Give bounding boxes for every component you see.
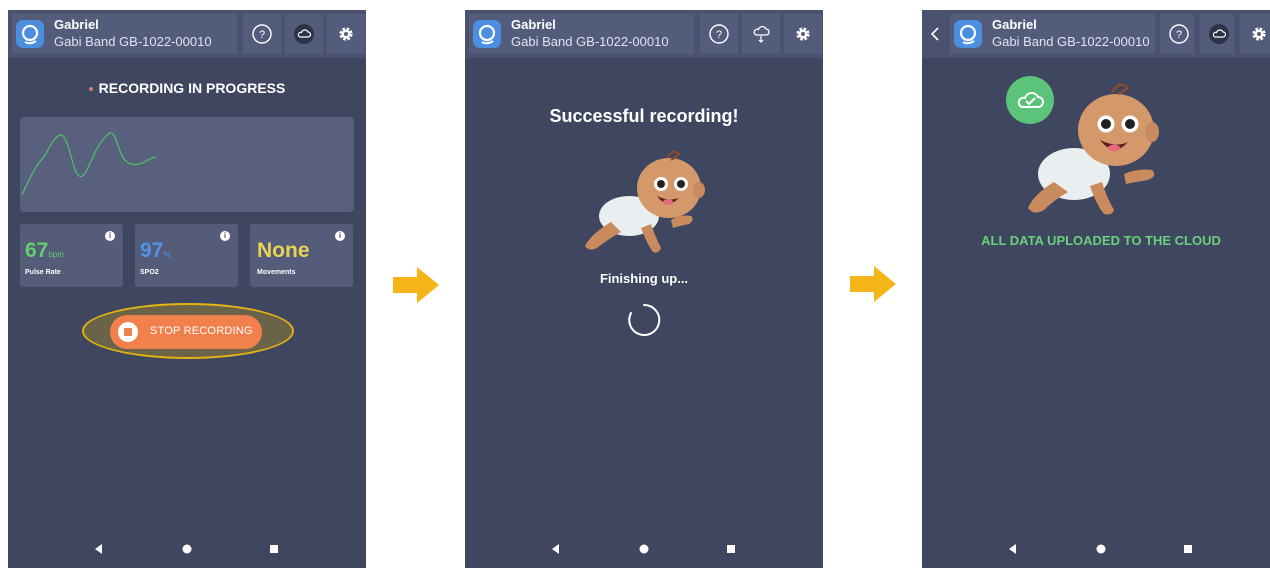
user-name: Gabriel <box>992 17 1037 32</box>
stop-icon <box>118 322 138 342</box>
movements-number: None <box>257 239 310 262</box>
app-header: Gabriel Gabi Band GB-1022-00010 ? <box>465 10 823 58</box>
profile-selector[interactable]: Gabriel Gabi Band GB-1022-00010 <box>950 14 1155 54</box>
home-circle-icon[interactable] <box>182 544 192 554</box>
settings-button[interactable] <box>784 14 822 54</box>
recents-square-icon[interactable] <box>1183 544 1193 554</box>
cloud-sync-button[interactable] <box>742 14 780 54</box>
back-button[interactable] <box>922 14 948 54</box>
settings-icon <box>1252 27 1266 41</box>
movements-card: i None Movements <box>250 224 353 287</box>
info-icon[interactable]: i <box>335 231 345 241</box>
recents-square-icon[interactable] <box>269 544 279 554</box>
crawling-baby-illustration <box>1028 83 1159 215</box>
pulse-waveform <box>21 132 157 196</box>
android-nav-bar <box>8 532 366 568</box>
app-header: Gabriel Gabi Band GB-1022-00010 ? <box>922 10 1270 58</box>
phone-screen-finishing: Gabriel Gabi Band GB-1022-00010 ? Succes… <box>465 10 823 568</box>
help-button[interactable]: ? <box>700 14 738 54</box>
cloud-icon <box>1209 24 1229 44</box>
logo-icon <box>954 20 982 48</box>
info-icon[interactable]: i <box>220 231 230 241</box>
svg-text:?: ? <box>259 29 265 41</box>
device-name: Gabi Band GB-1022-00010 <box>54 34 212 49</box>
spo2-label: SPO2 <box>140 269 159 276</box>
recording-status: RECORDING IN PROGRESS <box>8 80 366 96</box>
android-nav-bar <box>465 532 823 568</box>
cloud-icon <box>294 24 314 44</box>
cloud-button[interactable] <box>285 14 323 54</box>
cloud-button[interactable] <box>1200 14 1234 54</box>
settings-button[interactable] <box>327 14 365 54</box>
android-nav-bar <box>922 532 1270 568</box>
logo-icon <box>16 20 44 48</box>
cloud-sync-icon <box>753 25 770 43</box>
arrow-right-icon <box>850 266 896 302</box>
stop-recording-button[interactable]: STOP RECORDING <box>110 315 262 349</box>
upload-complete-status: ALL DATA UPLOADED TO THE CLOUD <box>981 233 1221 248</box>
finishing-status: Finishing up... <box>599 271 689 286</box>
success-title: Successful recording! <box>549 106 739 126</box>
device-name: Gabi Band GB-1022-00010 <box>992 34 1150 49</box>
profile-selector[interactable]: Gabriel Gabi Band GB-1022-00010 <box>469 14 694 54</box>
waveform-graph <box>20 117 354 212</box>
spo2-value: 97% <box>140 239 170 263</box>
settings-button[interactable] <box>1240 14 1270 54</box>
app-header: Gabriel Gabi Band GB-1022-00010 ? <box>8 10 366 58</box>
back-triangle-icon[interactable] <box>551 544 561 554</box>
pulse-rate-value: 67bpm <box>25 239 64 263</box>
movements-label: Movements <box>257 269 296 276</box>
pulse-rate-label: Pulse Rate <box>25 269 61 276</box>
back-triangle-icon[interactable] <box>1008 544 1018 554</box>
arrow-right-icon <box>393 267 439 303</box>
help-button[interactable]: ? <box>1160 14 1194 54</box>
phone-screen-recording: Gabriel Gabi Band GB-1022-00010 ? RECORD… <box>8 10 366 568</box>
profile-selector[interactable]: Gabriel Gabi Band GB-1022-00010 <box>12 14 237 54</box>
spo2-card: i 97% SPO2 <box>135 224 238 287</box>
pulse-rate-card: i 67bpm Pulse Rate <box>20 224 123 287</box>
settings-icon <box>339 27 353 41</box>
user-name: Gabriel <box>54 17 99 32</box>
recents-square-icon[interactable] <box>726 544 736 554</box>
pulse-number: 67 <box>25 239 49 262</box>
svg-text:?: ? <box>716 29 722 41</box>
help-icon: ? <box>709 24 729 44</box>
logo-icon <box>473 20 501 48</box>
spo2-unit: % <box>163 250 171 259</box>
crawling-baby-illustration <box>585 150 705 253</box>
svg-text:?: ? <box>1176 29 1182 41</box>
help-icon: ? <box>1169 24 1189 44</box>
device-name: Gabi Band GB-1022-00010 <box>511 34 669 49</box>
phone-screen-uploaded: Gabriel Gabi Band GB-1022-00010 ? ALL DA… <box>922 10 1270 568</box>
spo2-number: 97 <box>140 239 164 262</box>
recording-status-text: RECORDING IN PROGRESS <box>98 80 286 96</box>
pulse-unit: bpm <box>48 250 64 259</box>
back-triangle-icon[interactable] <box>94 544 104 554</box>
help-button[interactable]: ? <box>243 14 281 54</box>
home-circle-icon[interactable] <box>1096 544 1106 554</box>
help-icon: ? <box>252 24 272 44</box>
info-icon[interactable]: i <box>105 231 115 241</box>
home-circle-icon[interactable] <box>639 544 649 554</box>
settings-icon <box>796 27 810 41</box>
movements-value: None <box>257 239 310 263</box>
recording-dot-icon <box>88 87 93 92</box>
loading-spinner-icon <box>628 303 661 336</box>
stop-recording-label: STOP RECORDING <box>150 325 253 337</box>
user-name: Gabriel <box>511 17 556 32</box>
chevron-left-icon <box>931 27 939 41</box>
